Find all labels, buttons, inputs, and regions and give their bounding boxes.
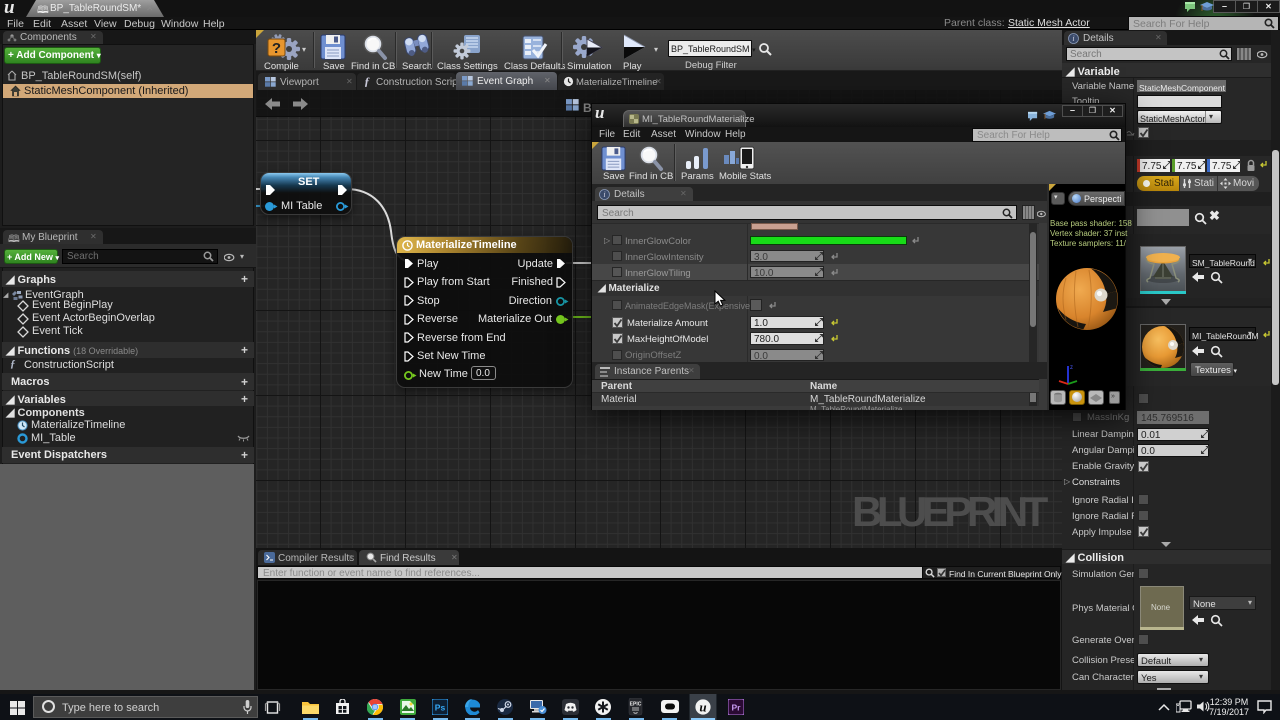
- svg-text:z: z: [1070, 365, 1073, 371]
- svg-text:Ps: Ps: [435, 703, 446, 713]
- svg-text:i: i: [1072, 34, 1074, 43]
- svg-text:?: ?: [272, 40, 281, 57]
- svg-text:u: u: [699, 700, 706, 715]
- svg-text:EPIC: EPIC: [630, 702, 642, 708]
- svg-text:Pr: Pr: [732, 703, 742, 713]
- svg-text:i: i: [603, 190, 605, 199]
